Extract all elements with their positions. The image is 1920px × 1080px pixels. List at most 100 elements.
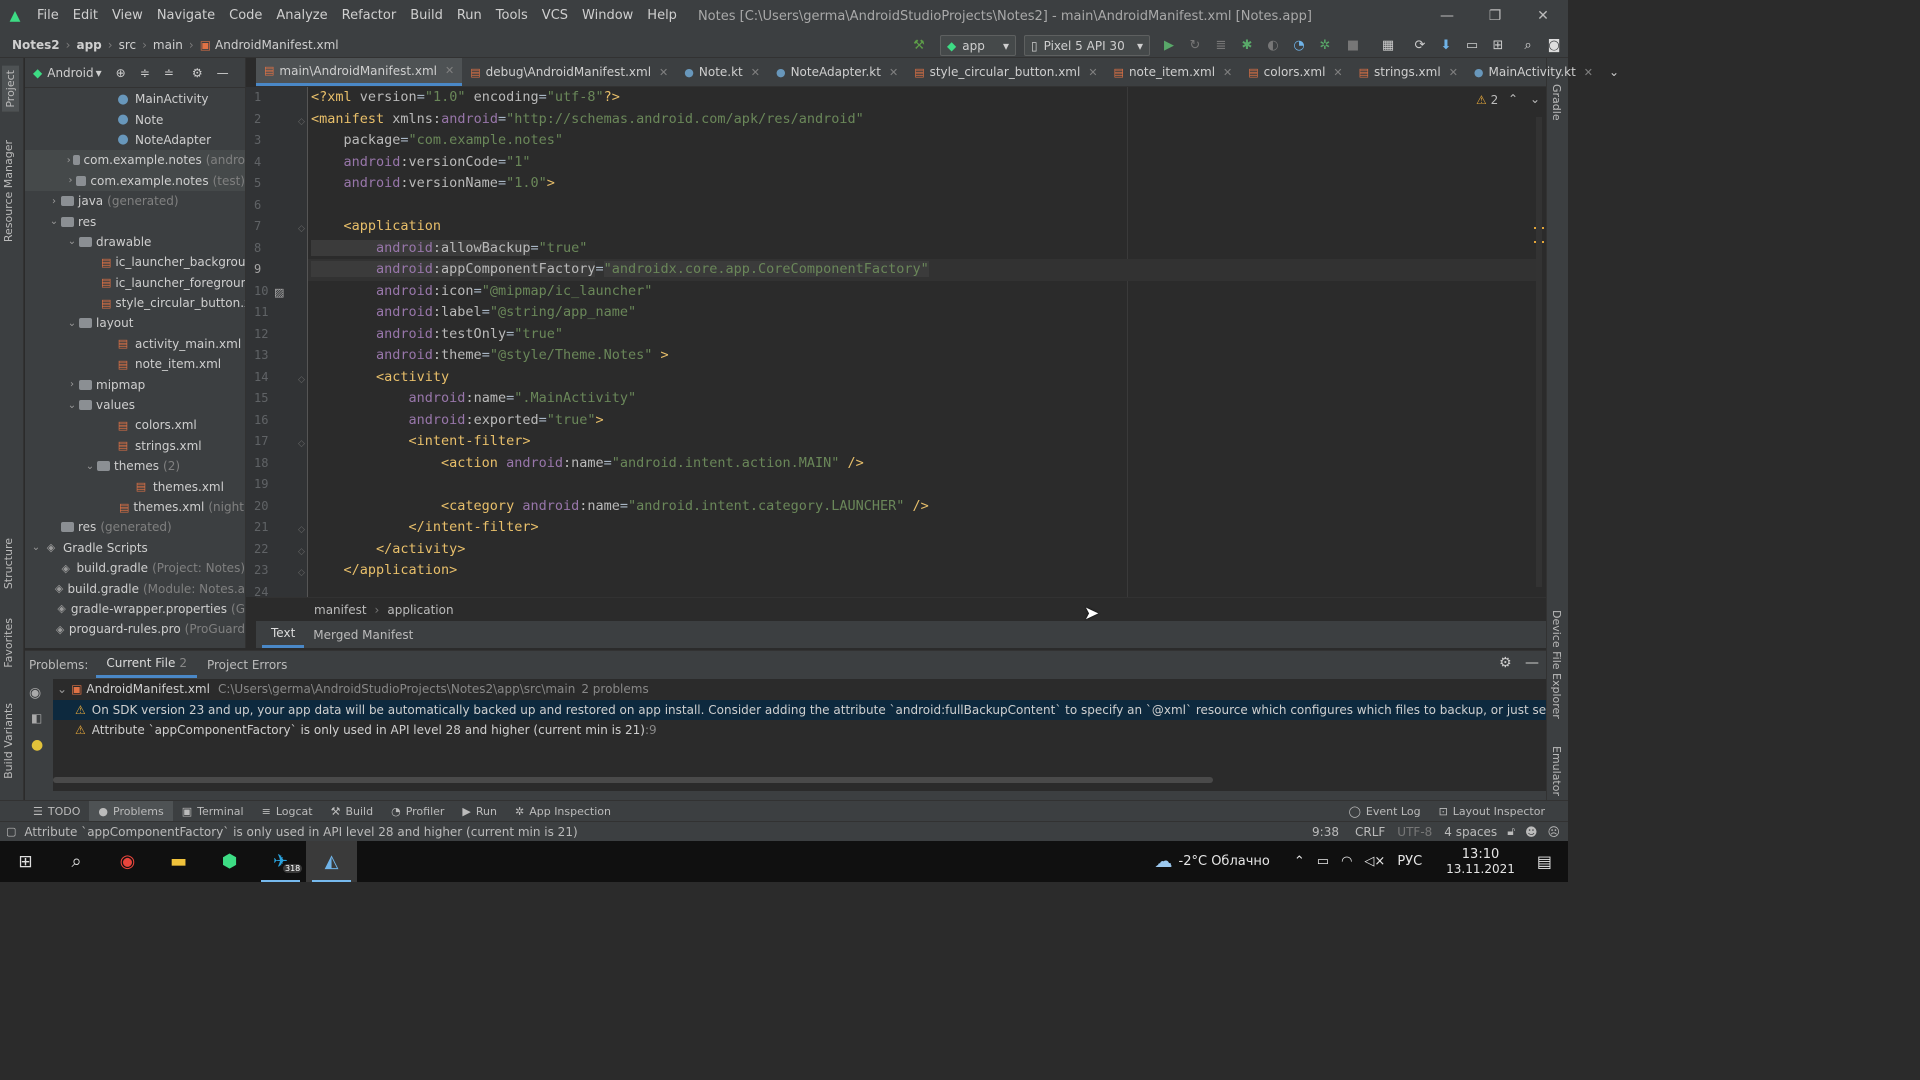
sync-icon[interactable]: ⟳: [1410, 35, 1430, 55]
tree-item[interactable]: ▤ ic_launcher_foregroun: [25, 273, 245, 293]
chevron-right-icon[interactable]: ›: [65, 175, 76, 186]
status-message[interactable]: Attribute `appComponentFactory` is only …: [24, 825, 577, 839]
close-tab-icon[interactable]: ✕: [659, 66, 668, 79]
profiler-tool-tab[interactable]: ◔ Profiler: [382, 801, 453, 822]
editor-tab[interactable]: ▤ main\AndroidManifest.xml ✕: [256, 58, 463, 86]
build-variants-tool-tab[interactable]: Build Variants: [2, 703, 15, 779]
editor-scrollbar[interactable]: [1536, 117, 1542, 587]
menu-analyze[interactable]: Analyze: [269, 0, 334, 32]
fold-marker-icon[interactable]: ◇: [298, 439, 305, 449]
account-icon[interactable]: ◙: [1544, 35, 1564, 55]
editor-tab[interactable]: ▤ colors.xml ✕: [1240, 58, 1350, 86]
tree-item[interactable]: ◈ gradle-wrapper.properties (G: [25, 599, 245, 619]
tree-item[interactable]: ▤ colors.xml: [25, 415, 245, 435]
chevron-down-icon[interactable]: ▾: [96, 66, 102, 80]
apply-code-changes-icon[interactable]: ≣: [1212, 35, 1230, 55]
search-icon[interactable]: ⌕: [51, 841, 102, 882]
chevron-up-icon[interactable]: ⌃: [1294, 854, 1305, 869]
input-language[interactable]: РУС: [1397, 854, 1422, 869]
run-tool-tab[interactable]: ▶ Run: [453, 801, 506, 822]
tree-item[interactable]: ◈ build.gradle (Project: Notes): [25, 558, 245, 578]
build-tool-tab[interactable]: ⚒ Build: [322, 801, 383, 822]
tab-project-errors[interactable]: Project Errors: [197, 651, 297, 678]
tree-item[interactable]: ⌄ ◈ Gradle Scripts: [25, 538, 245, 558]
close-tab-icon[interactable]: ✕: [1449, 66, 1458, 79]
indent-setting[interactable]: 4 spaces: [1444, 825, 1497, 839]
favorites-tool-tab[interactable]: Favorites: [2, 618, 15, 668]
chrome-icon[interactable]: ◉: [102, 841, 153, 882]
logcat-tool-tab[interactable]: ≡ Logcat: [253, 801, 322, 822]
coverage-icon[interactable]: ◐: [1264, 35, 1282, 55]
tree-item[interactable]: ▤ style_circular_button.xn: [25, 293, 245, 313]
chevron-right-icon[interactable]: ›: [47, 196, 61, 207]
editor-tab[interactable]: ▤ style_circular_button.xml ✕: [906, 58, 1105, 86]
chevron-right-icon[interactable]: ›: [65, 379, 79, 390]
editor-tab[interactable]: ● NoteAdapter.kt ✕: [768, 58, 906, 86]
fold-marker-icon[interactable]: ◇: [298, 547, 305, 557]
fold-marker-icon[interactable]: ◇: [298, 568, 305, 578]
clock[interactable]: 13:10 13.11.2021: [1446, 847, 1515, 876]
menu-file[interactable]: File: [30, 0, 66, 32]
problem-file-row[interactable]: ⌄ ▣ AndroidManifest.xml C:\Users\germa\A…: [53, 679, 1546, 700]
resource-manager-tool-tab[interactable]: Resource Manager: [2, 140, 15, 242]
menu-navigate[interactable]: Navigate: [150, 0, 222, 32]
tree-item[interactable]: ◈ proguard-rules.pro (ProGuard: [25, 619, 245, 639]
gear-icon[interactable]: ⚙: [1499, 655, 1512, 671]
problem-item[interactable]: ⚠ On SDK version 23 and up, your app dat…: [53, 699, 1546, 720]
project-view-select[interactable]: Android: [47, 66, 93, 80]
close-tab-icon[interactable]: ✕: [1223, 66, 1232, 79]
menu-view[interactable]: View: [105, 0, 150, 32]
tree-item[interactable]: ⌄ res: [25, 211, 245, 231]
tab-text[interactable]: Text: [262, 621, 305, 648]
chevron-down-icon[interactable]: ⌄: [65, 236, 79, 247]
fold-marker-icon[interactable]: ◇: [298, 117, 305, 127]
vpn-icon[interactable]: ⬢: [204, 841, 255, 882]
hide-panel-icon[interactable]: —: [1525, 655, 1539, 671]
close-tab-icon[interactable]: ✕: [1333, 66, 1342, 79]
tree-item[interactable]: › com.example.notes (andro: [25, 150, 245, 171]
editor-tab[interactable]: ▤ strings.xml ✕: [1351, 58, 1466, 86]
warning-indicator-icon[interactable]: ⚠ 2: [1476, 93, 1498, 107]
chevron-down-icon[interactable]: ⌄: [65, 318, 79, 329]
chevron-down-icon[interactable]: ⌄: [83, 461, 97, 472]
image-preview-icon[interactable]: ▨: [274, 286, 284, 299]
code-breadcrumb-manifest[interactable]: manifest: [314, 603, 367, 617]
android-studio-taskbar-icon[interactable]: ◭: [306, 841, 357, 882]
gear-icon[interactable]: ⚙: [192, 66, 203, 80]
code-editor[interactable]: ⚠ 2 ⌃ ⌄ <?xml version="1.0" encoding="ut…: [308, 87, 1546, 597]
cloud-icon[interactable]: ☁: [1155, 851, 1173, 872]
inspection-profile-icon[interactable]: ☻: [1525, 825, 1538, 839]
code-breadcrumb-application[interactable]: application: [387, 603, 453, 617]
tab-current-file[interactable]: Current File 2: [96, 651, 197, 678]
locate-file-icon[interactable]: ⊕: [116, 66, 126, 80]
close-tab-icon[interactable]: ✕: [751, 66, 760, 79]
hide-panel-icon[interactable]: —: [217, 66, 229, 80]
caret-position[interactable]: 9:38: [1312, 825, 1339, 839]
chevron-down-icon[interactable]: ⌄: [29, 542, 43, 553]
tool-windows-toggle-icon[interactable]: ▢: [6, 825, 16, 838]
tree-item[interactable]: ▤ note_item.xml: [25, 354, 245, 374]
problems-tool-tab[interactable]: ● Problems: [89, 800, 173, 822]
make-project-hammer-icon[interactable]: ⚒: [908, 35, 930, 55]
breadcrumb-file[interactable]: AndroidManifest.xml: [215, 38, 339, 52]
file-explorer-icon[interactable]: ▬: [153, 841, 204, 882]
lightbulb-icon[interactable]: ●: [31, 737, 43, 753]
menu-build[interactable]: Build: [403, 0, 450, 32]
event-log-tool-tab[interactable]: ◯ Event Log: [1340, 801, 1430, 822]
battery-icon[interactable]: ▭: [1317, 854, 1329, 869]
file-encoding[interactable]: UTF-8: [1397, 825, 1432, 839]
tree-item[interactable]: ⌄ themes (2): [25, 456, 245, 476]
sdk-manager-icon[interactable]: ⬇: [1436, 35, 1456, 55]
preview-icon[interactable]: ◧: [31, 711, 42, 725]
editor-tab[interactable]: ● MainActivity.kt ✕: [1466, 58, 1601, 86]
tree-item[interactable]: ▤ activity_main.xml: [25, 334, 245, 354]
device-file-explorer-tool-tab[interactable]: Device File Explorer: [1550, 610, 1563, 719]
tree-item[interactable]: ● Note: [25, 109, 245, 129]
breadcrumb-project[interactable]: Notes2: [12, 38, 60, 52]
close-button[interactable]: ✕: [1520, 0, 1566, 32]
fold-marker-icon[interactable]: ◇: [298, 224, 305, 234]
menu-refactor[interactable]: Refactor: [335, 0, 404, 32]
problem-item[interactable]: ⚠ Attribute `appComponentFactory` is onl…: [53, 720, 1546, 741]
chevron-right-icon[interactable]: ›: [65, 155, 73, 166]
menu-code[interactable]: Code: [222, 0, 269, 32]
